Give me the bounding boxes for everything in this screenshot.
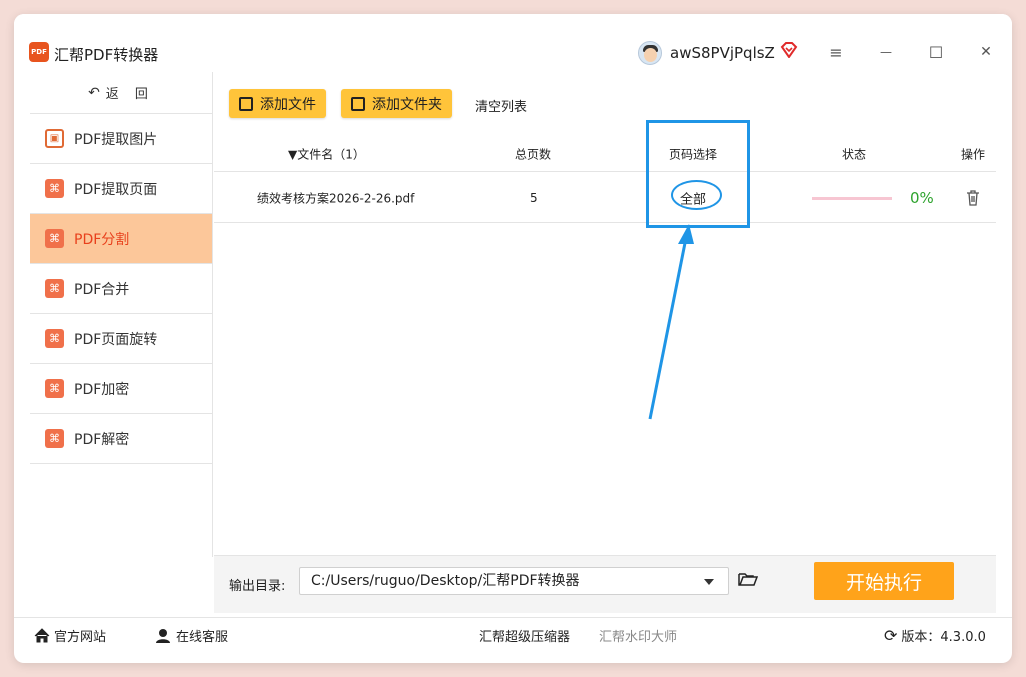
progress-bar [812, 197, 892, 200]
table-row: 绩效考核方案2026-2-26.pdf 5 全部 0% [214, 173, 996, 223]
pdf-icon: ⌘ [45, 379, 64, 398]
username[interactable]: awS8PVjPqlsZ [670, 44, 775, 62]
sidebar-item-merge[interactable]: ⌘ PDF合并 [30, 264, 212, 314]
back-arrow-icon: ↶ [88, 84, 100, 101]
pdf-icon: ⌘ [45, 429, 64, 448]
add-folder-label: 添加文件夹 [372, 96, 442, 113]
online-support-label: 在线客服 [176, 630, 229, 645]
version-info: ⟳ 版本：4.3.0.0 [884, 626, 986, 645]
folder-open-icon[interactable] [738, 571, 758, 587]
column-status: 状态 [842, 147, 867, 161]
sidebar-item-extract-pages[interactable]: ⌘ PDF提取页面 [30, 164, 212, 214]
add-folder-button[interactable]: 添加文件夹 [341, 89, 452, 118]
app-title: 汇帮PDF转换器 [54, 46, 159, 64]
sidebar-item-encrypt[interactable]: ⌘ PDF加密 [30, 364, 212, 414]
annotation-circle [671, 180, 722, 210]
column-action: 操作 [961, 147, 986, 161]
pdf-icon: ⌘ [45, 329, 64, 348]
sidebar: ↶ 返 回 ▣ PDF提取图片 ⌘ PDF提取页面 ⌘ PDF分割 ⌘ PDF合… [30, 72, 213, 557]
row-total-pages: 5 [530, 190, 538, 205]
add-file-button[interactable]: 添加文件 [229, 89, 326, 118]
official-website-label: 官方网站 [54, 630, 107, 645]
sidebar-item-label: PDF页面旋转 [74, 331, 158, 348]
pdf-icon: ⌘ [45, 229, 64, 248]
start-button[interactable]: 开始执行 [814, 562, 954, 600]
maximize-button[interactable]: ☐ [924, 40, 948, 64]
output-dir-select[interactable]: C:/Users/ruguo/Desktop/汇帮PDF转换器 [299, 567, 729, 595]
title-bar: PDF 汇帮PDF转换器 awS8PVjPqlsZ ≡ — ☐ ✕ [14, 14, 1012, 72]
product-link-watermark[interactable]: 汇帮水印大师 [599, 626, 677, 645]
file-table-header: ▼文件名（1） 总页数 页码选择 状态 操作 [214, 136, 996, 172]
add-file-icon [239, 96, 253, 111]
sidebar-item-decrypt[interactable]: ⌘ PDF解密 [30, 414, 212, 464]
column-total-pages: 总页数 [515, 147, 552, 161]
vip-diamond-icon[interactable] [780, 42, 798, 58]
sidebar-item-extract-images[interactable]: ▣ PDF提取图片 [30, 114, 212, 164]
minimize-button[interactable]: — [874, 40, 898, 64]
online-support-link[interactable]: 在线客服 [155, 626, 228, 645]
sidebar-item-label: PDF合并 [74, 281, 130, 298]
trash-icon[interactable] [966, 190, 980, 206]
user-icon [156, 629, 170, 643]
sidebar-item-label: PDF分割 [74, 231, 130, 248]
user-avatar[interactable] [638, 41, 662, 65]
chevron-down-icon [704, 579, 714, 585]
refresh-icon[interactable]: ⟳ [884, 626, 897, 645]
annotation-arrow [648, 224, 694, 420]
product-link-compressor[interactable]: 汇帮超级压缩器 [479, 626, 570, 645]
official-website-link[interactable]: 官方网站 [34, 626, 106, 645]
sidebar-item-label: PDF提取图片 [74, 131, 158, 148]
version-label: 版本：4.3.0.0 [901, 630, 986, 645]
pdf-icon: ⌘ [45, 279, 64, 298]
output-dir-path: C:/Users/ruguo/Desktop/汇帮PDF转换器 [311, 573, 580, 589]
back-label: 返 回 [105, 87, 154, 102]
progress-percent: 0% [910, 188, 934, 207]
sidebar-item-label: PDF提取页面 [74, 181, 158, 198]
menu-icon[interactable]: ≡ [824, 40, 848, 64]
home-icon [34, 628, 50, 643]
output-dir-label: 输出目录: [229, 579, 286, 594]
sidebar-item-label: PDF加密 [74, 381, 130, 398]
clear-list-button[interactable]: 清空列表 [475, 96, 527, 115]
add-folder-icon [351, 96, 365, 111]
back-button[interactable]: ↶ 返 回 [30, 72, 212, 114]
sidebar-item-rotate[interactable]: ⌘ PDF页面旋转 [30, 314, 212, 364]
sidebar-item-split[interactable]: ⌘ PDF分割 [30, 214, 212, 264]
image-icon: ▣ [45, 129, 64, 148]
bottom-bar: 官方网站 在线客服 汇帮超级压缩器 汇帮水印大师 ⟳ 版本：4.3.0.0 [14, 617, 1012, 651]
row-filename: 绩效考核方案2026-2-26.pdf [257, 191, 415, 205]
pdf-icon: ⌘ [45, 179, 64, 198]
column-filename[interactable]: ▼文件名（1） [288, 145, 365, 162]
sidebar-item-label: PDF解密 [74, 431, 130, 448]
close-button[interactable]: ✕ [974, 40, 998, 64]
app-window: PDF 汇帮PDF转换器 awS8PVjPqlsZ ≡ — ☐ ✕ ↶ 返 回 … [14, 14, 1012, 663]
app-logo-icon: PDF [29, 42, 49, 62]
annotation-highlight-box [646, 120, 750, 228]
output-bar: 输出目录: C:/Users/ruguo/Desktop/汇帮PDF转换器 开始… [214, 555, 996, 613]
add-file-label: 添加文件 [260, 96, 316, 113]
